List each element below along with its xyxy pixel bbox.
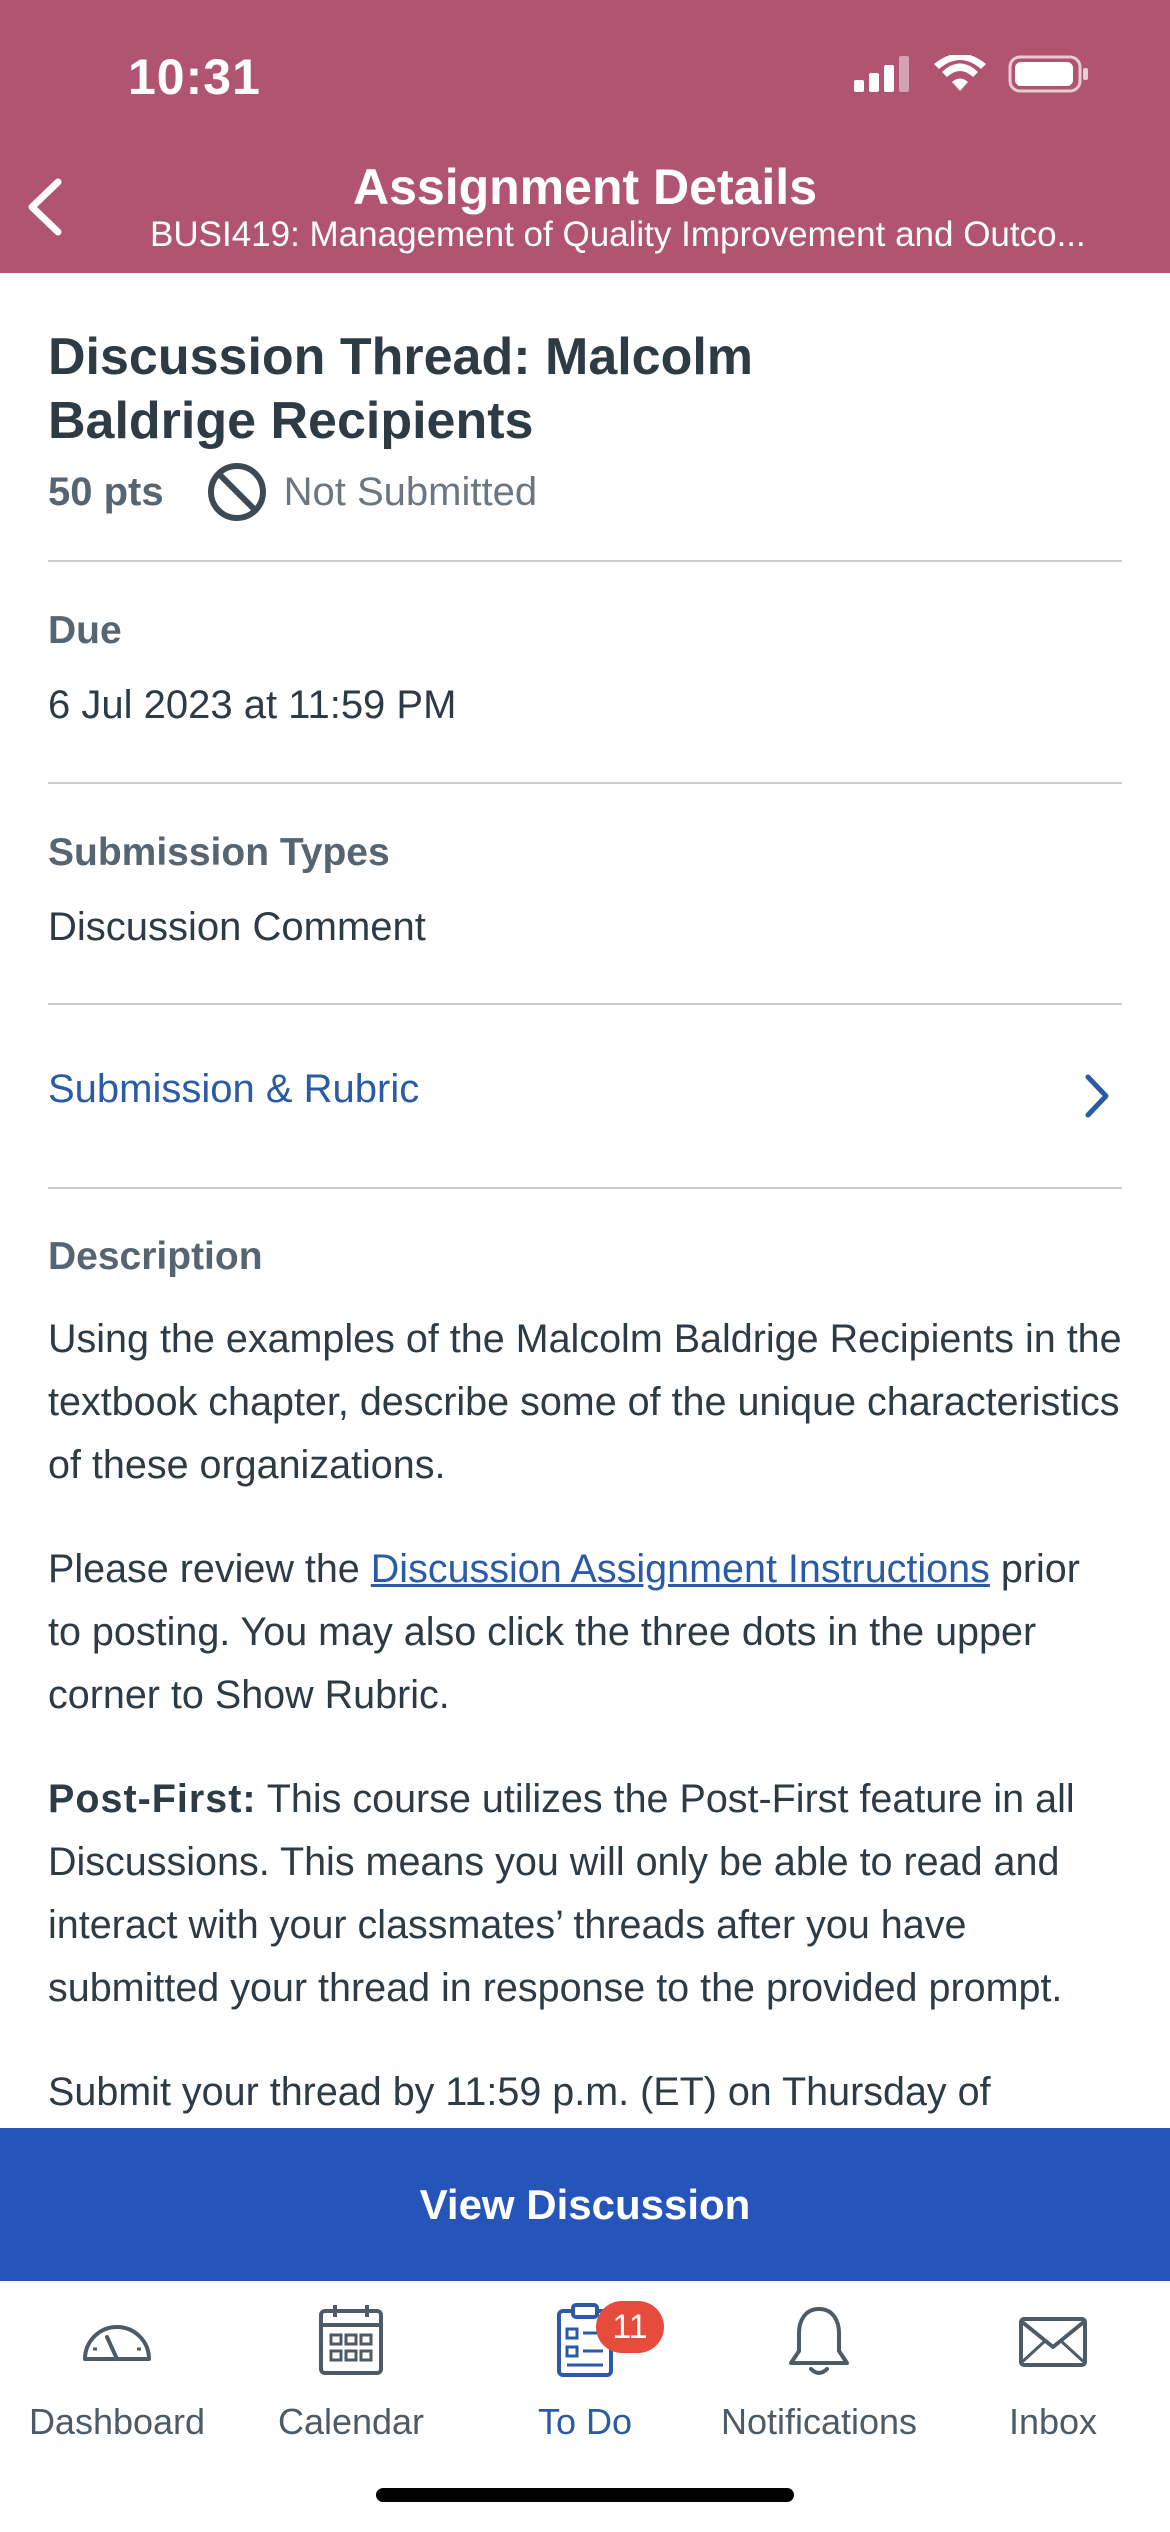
- submission-types-value: Discussion Comment: [48, 905, 426, 949]
- tab-label: Notifications: [720, 2401, 918, 2442]
- submission-status: Not Submitted: [283, 469, 538, 514]
- description-label: Description: [48, 1235, 263, 1278]
- calendar-icon: [319, 2305, 383, 2375]
- post-first-label: Post-First:: [48, 1777, 257, 1821]
- description-paragraph: Please review the Discussion Assignment …: [48, 1538, 1122, 1727]
- submission-rubric-link[interactable]: Submission & Rubric: [48, 1067, 419, 1112]
- todo-count-badge: 11: [596, 2301, 664, 2353]
- description-paragraph: Using the examples of the Malcolm Baldri…: [48, 1317, 1122, 1487]
- tab-label: Inbox: [1008, 2401, 1098, 2442]
- divider: [48, 560, 1122, 562]
- points-value: 50 pts: [48, 469, 164, 514]
- tab-dashboard[interactable]: Dashboard: [0, 2301, 234, 2443]
- submission-types-label: Submission Types: [48, 831, 390, 874]
- header-course-subtitle: BUSI419: Management of Quality Improveme…: [150, 215, 1086, 254]
- wifi-icon: [934, 55, 986, 91]
- description-paragraph: Post-First: This course utilizes the Pos…: [48, 1768, 1122, 2020]
- description-body: Using the examples of the Malcolm Baldri…: [48, 1308, 1122, 2165]
- divider: [48, 1187, 1122, 1189]
- divider: [48, 782, 1122, 784]
- tab-notifications[interactable]: Notifications: [702, 2301, 936, 2443]
- header-title: Assignment Details: [352, 159, 817, 215]
- submission-rubric-row[interactable]: Submission & Rubric: [48, 1005, 1122, 1187]
- tab-label: To Do: [537, 2401, 633, 2442]
- envelope-icon: [1019, 2317, 1087, 2367]
- chevron-right-icon: [1085, 1074, 1109, 1118]
- battery-icon: [1008, 55, 1088, 93]
- assignment-meta: 50 pts Not Submitted: [48, 461, 537, 523]
- not-submitted-icon: [207, 463, 266, 521]
- discussion-instructions-link[interactable]: Discussion Assignment Instructions: [371, 1547, 990, 1591]
- due-date: 6 Jul 2023 at 11:59 PM: [48, 683, 457, 727]
- description-text: Please review the: [48, 1547, 371, 1591]
- tab-inbox[interactable]: Inbox: [936, 2301, 1170, 2443]
- dashboard-gauge-icon: [83, 2325, 151, 2361]
- tab-todo[interactable]: 11 To Do: [468, 2301, 702, 2443]
- due-label: Due: [48, 609, 122, 652]
- status-icons: [854, 55, 1090, 93]
- home-indicator[interactable]: [376, 2488, 794, 2502]
- bell-icon: [789, 2307, 849, 2375]
- nav-header: 10:31 Assignment Details BUSI419: Manage…: [0, 0, 1170, 273]
- view-discussion-button[interactable]: View Discussion: [0, 2128, 1170, 2281]
- status-time: 10:31: [128, 49, 261, 105]
- tab-label: Calendar: [277, 2401, 425, 2442]
- cellular-signal-icon: [854, 56, 909, 92]
- description-paragraph: Submit your thread by 11:59 p.m. (ET) on…: [48, 2070, 991, 2114]
- assignment-title: Discussion Thread: Malcolm Baldrige Reci…: [48, 328, 754, 450]
- tab-label: Dashboard: [28, 2401, 206, 2442]
- tab-calendar[interactable]: Calendar: [234, 2301, 468, 2443]
